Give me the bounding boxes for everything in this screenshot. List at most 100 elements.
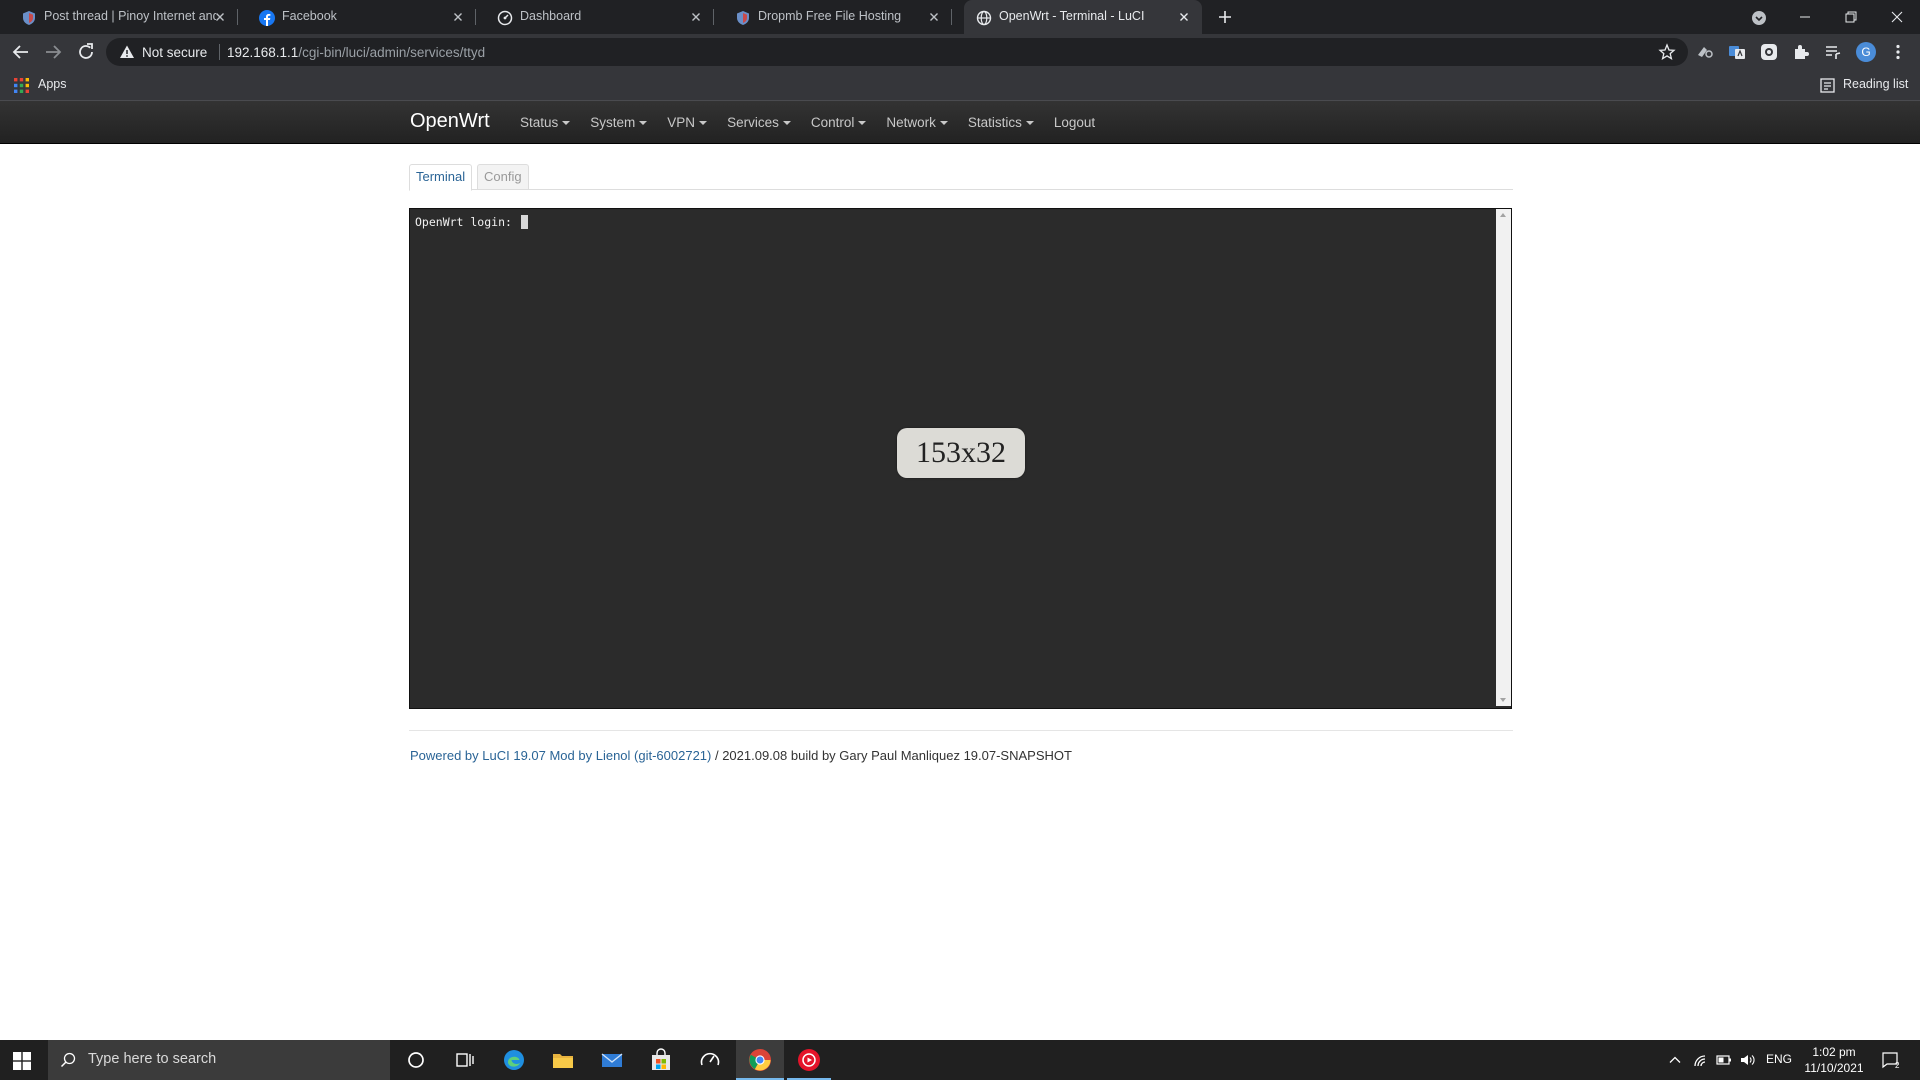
reading-list-icon[interactable] bbox=[1820, 78, 1835, 93]
browser-tab-facebook[interactable]: Facebook bbox=[238, 0, 476, 34]
translate-extension-icon[interactable] bbox=[1727, 42, 1747, 62]
content-tabs: Terminal Config bbox=[409, 164, 1513, 191]
close-tab-icon[interactable] bbox=[450, 9, 466, 25]
speedometer-app-icon[interactable] bbox=[698, 1048, 722, 1072]
dashboard-icon bbox=[497, 10, 513, 26]
back-arrow-icon[interactable] bbox=[9, 40, 33, 64]
bookmark-star-icon[interactable] bbox=[1658, 43, 1676, 61]
menu-statistics[interactable]: Statistics bbox=[968, 115, 1034, 130]
search-icon bbox=[60, 1052, 76, 1068]
menu-system[interactable]: System bbox=[590, 115, 648, 130]
tab-config[interactable]: Config bbox=[477, 164, 529, 189]
chrome-taskbar-icon[interactable] bbox=[736, 1040, 784, 1080]
notification-center-icon[interactable]: 2 bbox=[1881, 1051, 1901, 1069]
new-tab-plus-icon[interactable] bbox=[1215, 7, 1235, 27]
cortana-circle-icon[interactable] bbox=[404, 1048, 428, 1072]
shield-favicon-icon bbox=[21, 10, 37, 26]
url-host: 192.168.1.1 bbox=[227, 45, 299, 60]
browser-tab-openwrt-terminal[interactable]: OpenWrt - Terminal - LuCI bbox=[964, 0, 1202, 34]
file-explorer-icon[interactable] bbox=[551, 1048, 575, 1072]
reload-icon[interactable] bbox=[74, 40, 98, 64]
restore-icon[interactable] bbox=[1828, 0, 1874, 34]
microsoft-store-icon[interactable] bbox=[649, 1048, 673, 1072]
scroll-up-arrow-icon[interactable] bbox=[1500, 213, 1506, 217]
puzzle-extensions-icon[interactable] bbox=[1791, 42, 1811, 62]
url-text[interactable]: 192.168.1.1/cgi-bin/luci/admin/services/… bbox=[227, 45, 485, 60]
browser-toolbar: Not secure 192.168.1.1/cgi-bin/luci/admi… bbox=[0, 34, 1920, 70]
tab-title: Dropmb Free File Hosting bbox=[758, 9, 902, 23]
extension-eye-icon[interactable] bbox=[1695, 42, 1715, 62]
screenshot-extension-icon[interactable] bbox=[1759, 42, 1779, 62]
caret-down-icon bbox=[562, 120, 571, 125]
scroll-down-arrow-icon[interactable] bbox=[1500, 698, 1506, 702]
edge-browser-icon[interactable] bbox=[502, 1048, 526, 1072]
media-player-icon[interactable] bbox=[797, 1048, 821, 1072]
menu-vpn[interactable]: VPN bbox=[667, 114, 708, 130]
menu-control[interactable]: Control bbox=[811, 115, 867, 130]
close-window-icon[interactable] bbox=[1874, 0, 1920, 34]
browser-tab-strip: Post thread | Pinoy Internet and T Faceb… bbox=[0, 0, 1920, 34]
ttyd-terminal[interactable]: OpenWrt login: 153x32 bbox=[409, 208, 1512, 709]
apps-bookmark[interactable]: Apps bbox=[38, 77, 67, 91]
input-language[interactable]: ENG bbox=[1766, 1052, 1792, 1066]
luci-powered-by-link[interactable]: Powered by LuCI 19.07 Mod by Lienol (git… bbox=[410, 748, 711, 763]
caret-down-icon bbox=[1025, 120, 1034, 125]
reading-list-button[interactable]: Reading list bbox=[1843, 77, 1908, 91]
footer-divider bbox=[409, 730, 1513, 731]
windows-start-icon[interactable] bbox=[13, 1052, 31, 1070]
openwrt-brand[interactable]: OpenWrt bbox=[410, 110, 490, 133]
luci-main-menu: Status System VPN Services Control Netwo… bbox=[520, 101, 1115, 143]
menu-status[interactable]: Status bbox=[520, 115, 571, 130]
battery-icon[interactable] bbox=[1716, 1053, 1732, 1067]
kebab-menu-icon[interactable] bbox=[1888, 42, 1908, 62]
wifi-icon[interactable] bbox=[1692, 1053, 1708, 1067]
chevron-up-icon[interactable] bbox=[1668, 1053, 1682, 1067]
bookmarks-bar: Apps Reading list bbox=[0, 70, 1920, 101]
clock-date: 11/10/2021 bbox=[1804, 1061, 1864, 1075]
close-tab-icon[interactable] bbox=[688, 9, 704, 25]
browser-tab-dashboard[interactable]: Dashboard bbox=[476, 0, 714, 34]
task-view-icon[interactable] bbox=[452, 1048, 476, 1072]
menu-label: VPN bbox=[667, 114, 696, 130]
browser-tab-dropmb[interactable]: Dropmb Free File Hosting bbox=[714, 0, 952, 34]
windows-taskbar: Type here to search ENG 1:02 pm 11/10/20… bbox=[0, 1040, 1920, 1080]
tab-separator bbox=[951, 9, 952, 25]
volume-icon[interactable] bbox=[1740, 1053, 1756, 1067]
menu-services[interactable]: Services bbox=[727, 115, 791, 130]
luci-navbar: OpenWrt Status System VPN Services Contr… bbox=[0, 101, 1920, 144]
minimize-icon[interactable] bbox=[1782, 0, 1828, 34]
forward-arrow-icon[interactable] bbox=[41, 40, 65, 64]
terminal-size-overlay: 153x32 bbox=[897, 428, 1025, 478]
notification-count: 2 bbox=[1895, 1061, 1900, 1069]
profile-avatar[interactable]: G bbox=[1856, 42, 1876, 62]
menu-label: Statistics bbox=[967, 114, 1022, 130]
caret-down-icon bbox=[939, 120, 948, 125]
menu-label: Network bbox=[886, 114, 936, 130]
close-tab-icon[interactable] bbox=[926, 9, 942, 25]
tab-terminal[interactable]: Terminal bbox=[409, 164, 473, 191]
mail-icon[interactable] bbox=[600, 1048, 624, 1072]
search-placeholder: Type here to search bbox=[88, 1051, 217, 1067]
close-tab-icon[interactable] bbox=[1176, 9, 1192, 25]
menu-network[interactable]: Network bbox=[886, 115, 948, 130]
tab-search-icon[interactable] bbox=[1736, 0, 1782, 34]
menu-logout[interactable]: Logout bbox=[1054, 115, 1095, 130]
tab-title: Facebook bbox=[282, 9, 337, 23]
address-bar[interactable]: Not secure 192.168.1.1/cgi-bin/luci/admi… bbox=[106, 38, 1688, 66]
tab-title: Post thread | Pinoy Internet and T bbox=[44, 9, 216, 23]
menu-label: Services bbox=[727, 114, 779, 130]
security-status-label[interactable]: Not secure bbox=[142, 45, 207, 60]
terminal-scrollbar[interactable] bbox=[1496, 209, 1511, 706]
taskbar-clock[interactable]: 1:02 pm 11/10/2021 bbox=[1798, 1044, 1870, 1076]
close-tab-icon[interactable] bbox=[212, 9, 228, 25]
login-prompt: OpenWrt login: bbox=[415, 215, 519, 229]
apps-grid-icon[interactable] bbox=[14, 78, 29, 93]
taskbar-search-box[interactable]: Type here to search bbox=[48, 1040, 390, 1080]
caret-down-icon bbox=[858, 120, 867, 125]
warning-triangle-icon[interactable] bbox=[119, 44, 135, 60]
media-queue-icon[interactable] bbox=[1823, 42, 1843, 62]
terminal-cursor bbox=[520, 215, 528, 229]
tab-title: OpenWrt - Terminal - LuCI bbox=[999, 9, 1145, 23]
browser-tab-pinoy[interactable]: Post thread | Pinoy Internet and T bbox=[0, 0, 238, 34]
caret-down-icon bbox=[782, 120, 791, 125]
